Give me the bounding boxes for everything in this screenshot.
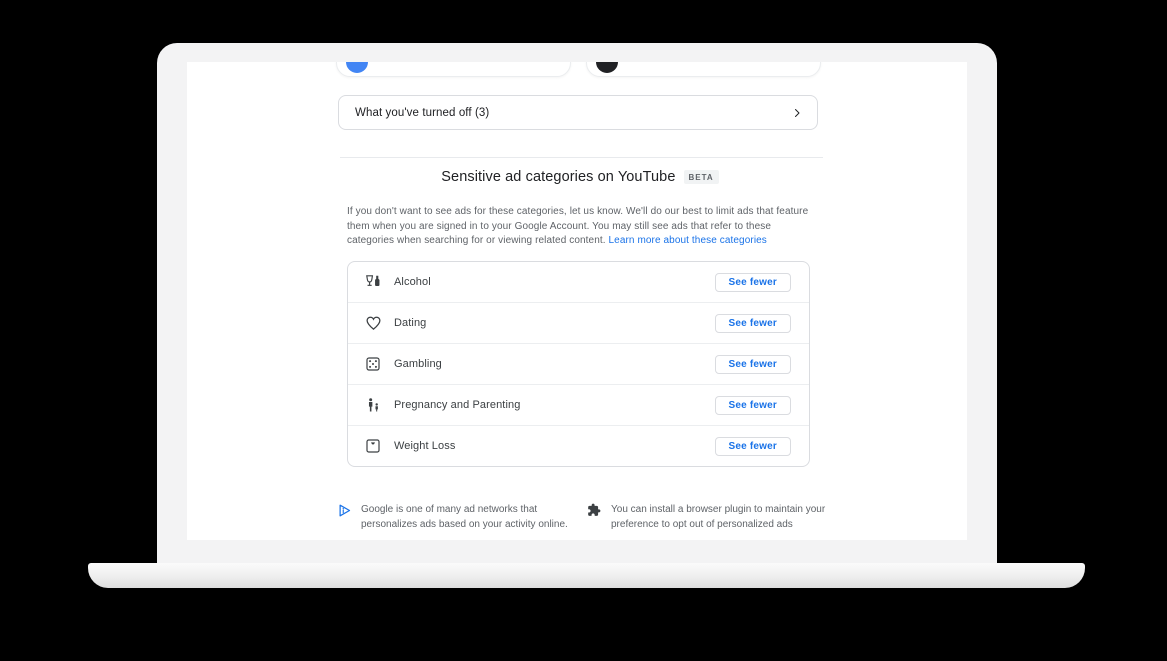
category-name: Weight Loss <box>394 440 456 452</box>
partial-card-right[interactable] <box>586 62 821 77</box>
dice-icon <box>364 355 382 373</box>
heart-icon <box>364 314 382 332</box>
adchoices-icon <box>337 503 352 523</box>
footer-note-text: Google is one of many ad networks that p… <box>361 504 568 530</box>
section-header: Sensitive ad categories on YouTube BETA <box>337 169 823 185</box>
laptop-base <box>88 563 1085 588</box>
footer-note-browser-plugin: You can install a browser plugin to main… <box>587 502 833 532</box>
puzzle-icon <box>587 503 602 522</box>
blue-circle-avatar <box>346 62 368 73</box>
turned-off-label: What you've turned off (3) <box>355 106 490 119</box>
chevron-right-icon <box>795 108 800 117</box>
category-row-weight-loss: Weight Loss See fewer <box>348 425 809 466</box>
see-fewer-button-pregnancy[interactable]: See fewer <box>714 395 791 415</box>
alcohol-icon <box>364 273 382 291</box>
category-name: Pregnancy and Parenting <box>394 399 521 411</box>
dark-circle-avatar <box>596 62 618 73</box>
category-row-dating: Dating See fewer <box>348 302 809 343</box>
learn-more-link[interactable]: Learn more about these categories <box>609 235 767 246</box>
see-fewer-button-alcohol[interactable]: See fewer <box>714 272 791 292</box>
category-row-alcohol: Alcohol See fewer <box>348 262 809 302</box>
laptop-frame: What you've turned off (3) Sensitive ad … <box>157 43 997 563</box>
page-background: What you've turned off (3) Sensitive ad … <box>0 0 1167 661</box>
footer-note-text: You can install a browser plugin to main… <box>611 504 826 530</box>
beta-badge: BETA <box>683 170 719 184</box>
sensitive-categories-card: Alcohol See fewer Dating See fewer Gambl… <box>347 261 810 467</box>
partial-card-left[interactable] <box>336 62 571 77</box>
category-name: Alcohol <box>394 276 431 288</box>
see-fewer-button-dating[interactable]: See fewer <box>714 313 791 333</box>
family-icon <box>364 396 382 414</box>
page-title: Sensitive ad categories on YouTube <box>441 169 676 185</box>
category-row-pregnancy-parenting: Pregnancy and Parenting See fewer <box>348 384 809 425</box>
category-row-gambling: Gambling See fewer <box>348 343 809 384</box>
see-fewer-button-gambling[interactable]: See fewer <box>714 354 791 374</box>
section-divider <box>340 157 823 158</box>
laptop-screen: What you've turned off (3) Sensitive ad … <box>187 62 967 540</box>
category-name: Gambling <box>394 358 442 370</box>
see-fewer-button-weight-loss[interactable]: See fewer <box>714 436 791 456</box>
category-name: Dating <box>394 317 427 329</box>
footer-note-ad-networks: Google is one of many ad networks that p… <box>337 502 583 532</box>
section-description: If you don't want to see ads for these c… <box>347 205 809 249</box>
turned-off-row[interactable]: What you've turned off (3) <box>338 95 818 130</box>
scale-icon <box>364 437 382 455</box>
